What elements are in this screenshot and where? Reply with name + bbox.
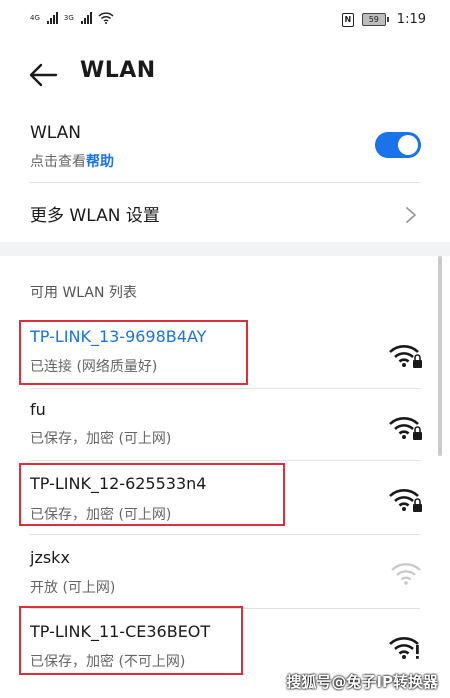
chevron-right-icon xyxy=(406,207,416,223)
network-name: jzskx xyxy=(30,548,70,567)
help-link[interactable]: 帮助 xyxy=(86,154,114,170)
wlan-subtitle-prefix: 点击查看 xyxy=(30,154,86,170)
status-time: 1:19 xyxy=(396,12,426,27)
network-name: TP-LINK_13-9698B4AY xyxy=(30,327,207,346)
signal-icon xyxy=(80,12,92,24)
nfc-icon: N xyxy=(341,12,354,27)
back-arrow-icon[interactable] xyxy=(28,62,58,88)
network-name: TP-LINK_11-CE36BEOT xyxy=(30,622,211,641)
network-status: 已保存，加密 (不可上网) xyxy=(30,654,186,670)
network-name: TP-LINK_12-625533n4 xyxy=(30,474,207,493)
toggle-knob xyxy=(398,135,418,155)
wlan-toggle-switch[interactable] xyxy=(375,132,421,158)
wlan-toggle-title: WLAN xyxy=(30,123,82,143)
wlan-toggle-row[interactable]: WLAN 点击查看帮助 xyxy=(0,110,450,182)
available-networks-card: 可用 WLAN 列表 TP-LINK_13-9698B4AY 已连接 (网络质量… xyxy=(0,256,450,698)
settings-card: WLAN 点击查看帮助 更多 WLAN 设置 xyxy=(0,110,450,242)
sim2-label: 3G xyxy=(63,14,74,22)
page-title: WLAN xyxy=(80,58,156,83)
sim1-label: 4G xyxy=(30,14,40,22)
wifi-locked-icon xyxy=(389,489,422,512)
wifi-locked-icon xyxy=(389,345,422,368)
network-item[interactable]: fu 已保存，加密 (可上网) xyxy=(0,388,450,460)
network-status: 已连接 (网络质量好) xyxy=(30,359,158,375)
more-wlan-settings-row[interactable]: 更多 WLAN 设置 xyxy=(0,188,450,242)
status-bar: 4G 3G N 59 1:19 xyxy=(0,0,450,42)
more-wlan-settings-label: 更多 WLAN 设置 xyxy=(30,206,160,226)
wifi-open-icon xyxy=(391,563,421,585)
network-item[interactable]: TP-LINK_12-625533n4 已保存，加密 (可上网) xyxy=(0,460,450,534)
signal-icon xyxy=(46,12,58,24)
network-item[interactable]: jzskx 开放 (可上网) xyxy=(0,534,450,606)
wifi-status-icon xyxy=(98,12,114,24)
wifi-locked-icon xyxy=(389,417,422,440)
network-status: 已保存，加密 (可上网) xyxy=(30,507,172,523)
network-status: 开放 (可上网) xyxy=(30,580,116,596)
network-item[interactable]: TP-LINK_13-9698B4AY 已连接 (网络质量好) xyxy=(0,316,450,388)
battery-icon: 59 xyxy=(361,13,389,26)
network-name: fu xyxy=(30,400,46,419)
section-title: 可用 WLAN 列表 xyxy=(30,285,137,301)
network-status: 已保存，加密 (可上网) xyxy=(30,431,172,447)
app-header: WLAN xyxy=(0,42,450,110)
wlan-toggle-subtitle: 点击查看帮助 xyxy=(30,151,114,171)
watermark: 搜狐号@兔子IP转换器 xyxy=(286,673,438,691)
wifi-no-internet-icon xyxy=(389,637,419,659)
divider xyxy=(30,182,420,183)
battery-level: 59 xyxy=(361,13,386,26)
